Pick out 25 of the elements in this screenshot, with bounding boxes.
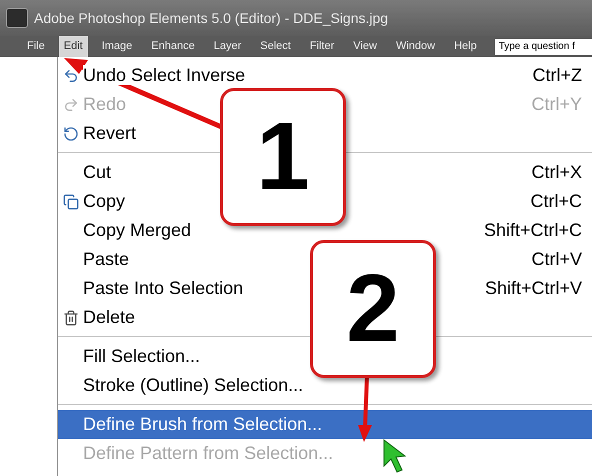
undo-icon bbox=[62, 68, 78, 84]
menu-item[interactable]: View bbox=[348, 36, 382, 57]
mouse-cursor-icon bbox=[384, 439, 406, 473]
menu-item[interactable]: Window bbox=[390, 36, 440, 57]
redo-icon bbox=[62, 96, 78, 112]
menu-item[interactable]: Select bbox=[255, 36, 296, 57]
menu-item[interactable]: Edit bbox=[58, 36, 88, 57]
search-placeholder: Type a question f bbox=[498, 40, 575, 54]
menu-item[interactable]: Filter bbox=[304, 36, 340, 57]
menu-item[interactable]: Layer bbox=[208, 36, 246, 57]
revert-icon bbox=[62, 126, 78, 142]
arrow-annotation bbox=[358, 376, 372, 442]
menu-item[interactable]: Help bbox=[449, 36, 482, 57]
menu-entry[interactable]: Define Brush from Selection... bbox=[58, 410, 592, 439]
help-search-field[interactable]: Type a question f bbox=[494, 38, 592, 54]
menu-item[interactable]: Enhance bbox=[146, 36, 200, 57]
trash-icon bbox=[62, 310, 78, 326]
app-icon bbox=[6, 8, 28, 28]
number-callout: 1 bbox=[220, 88, 346, 226]
window-title: Adobe Photoshop Elements 5.0 (Editor) - DDE_Signs.jpg bbox=[34, 8, 388, 28]
menu-item[interactable]: File bbox=[22, 36, 50, 57]
copy-icon bbox=[62, 194, 78, 210]
menu-entry[interactable]: Undo Select Inverse Ctrl+Z bbox=[58, 61, 592, 90]
menu-item[interactable]: Image bbox=[96, 36, 138, 57]
number-callout: 2 bbox=[310, 240, 436, 378]
